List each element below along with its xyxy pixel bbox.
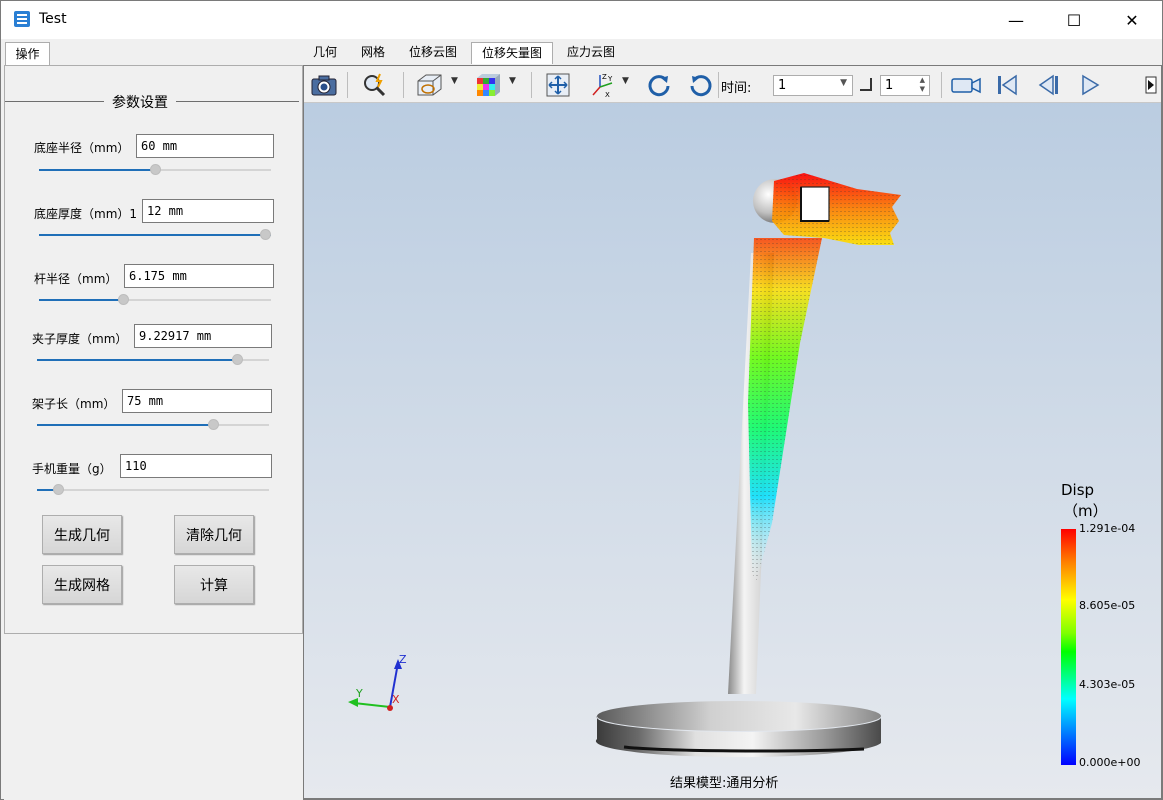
minimize-button[interactable]: — xyxy=(987,1,1045,39)
base-radius-input[interactable]: 60 mm xyxy=(136,134,274,158)
svg-text:Z: Z xyxy=(602,73,607,81)
rod-radius-label: 杆半径（mm） xyxy=(34,272,118,286)
empty-area xyxy=(4,634,303,800)
base-thickness-label: 底座厚度（mm）1 xyxy=(34,207,138,221)
rotate-cw-icon[interactable] xyxy=(644,71,674,99)
toolbar-separator xyxy=(531,72,532,98)
clip-thickness-slider[interactable] xyxy=(37,354,269,365)
app-icon xyxy=(13,10,31,28)
tab-geometry[interactable]: 几何 xyxy=(303,42,347,64)
axis-x-label: X xyxy=(392,693,400,706)
close-button[interactable]: ✕ xyxy=(1103,1,1161,39)
tab-mesh[interactable]: 网格 xyxy=(351,42,395,64)
slider-fill xyxy=(39,234,271,236)
legend-max-value: 1.291e-04 xyxy=(1079,522,1136,535)
viewport-toolbar: ▼ ▼ ZYX ▼ 时间: 1 ▼ 1 ▲ ▼ xyxy=(304,66,1161,103)
camera-icon[interactable] xyxy=(309,71,339,99)
legend-min-value: 0.000e+00 xyxy=(1079,756,1141,769)
axis-z-label: Z xyxy=(399,653,407,666)
phone-weight-input[interactable]: 110 xyxy=(120,454,272,478)
record-icon[interactable] xyxy=(949,71,983,99)
view-tab-bar: 几何 网格 位移云图 位移矢量图 应力云图 xyxy=(303,42,1163,64)
step-spinbox-value: 1 xyxy=(885,78,894,93)
base-top xyxy=(597,701,881,731)
shelf-length-slider[interactable] xyxy=(37,419,269,430)
params-group-title: 参数设置 xyxy=(104,92,176,112)
axes-icon[interactable]: ZYX xyxy=(587,71,617,99)
step-spinbox[interactable]: 1 ▲ ▼ xyxy=(880,75,930,96)
shelf-length-label: 架子长（mm） xyxy=(32,397,116,411)
previous-frame-icon[interactable] xyxy=(1034,71,1064,99)
toolbar-separator xyxy=(718,72,719,98)
slider-fill xyxy=(37,359,237,361)
chevron-down-icon[interactable]: ▼ xyxy=(622,76,629,86)
tab-operation[interactable]: 操作 xyxy=(5,42,50,66)
zoom-icon[interactable] xyxy=(360,71,390,99)
tab-displacement-vector[interactable]: 位移矢量图 xyxy=(471,42,553,64)
rod-radius-slider[interactable] xyxy=(39,294,271,305)
view-box-icon[interactable] xyxy=(414,71,444,99)
clip-thickness-input[interactable]: 9.22917 mm xyxy=(134,324,272,348)
toolbar-separator xyxy=(403,72,404,98)
model-scene: Z Y X xyxy=(348,173,901,758)
clip-block xyxy=(800,186,830,222)
slider-handle[interactable] xyxy=(117,294,129,305)
app-window: Test — ☐ ✕ 操作 参数设置 底座半径（mm） 60 mm 底座厚度（m… xyxy=(0,0,1163,800)
tab-displacement-contour[interactable]: 位移云图 xyxy=(399,42,467,64)
legend-value-1: 4.303e-05 xyxy=(1079,678,1136,691)
svg-text:Y: Y xyxy=(607,75,613,83)
slider-handle[interactable] xyxy=(231,354,243,365)
phone-weight-slider[interactable] xyxy=(37,484,269,495)
more-icon[interactable] xyxy=(1143,71,1159,99)
shelf-length-input[interactable]: 75 mm xyxy=(122,389,272,413)
step-icon xyxy=(860,78,872,91)
slider-handle[interactable] xyxy=(260,229,271,240)
render-viewport[interactable]: ▼ ▼ ZYX ▼ 时间: 1 ▼ 1 ▲ ▼ Z Y X Disp （m） 1… xyxy=(303,65,1162,799)
clear-geometry-button[interactable]: 清除几何 xyxy=(174,515,254,554)
play-icon[interactable] xyxy=(1075,71,1105,99)
title-bar: Test — ☐ ✕ xyxy=(1,1,1162,39)
slider-fill xyxy=(39,299,123,301)
spin-arrows-icon[interactable]: ▲ ▼ xyxy=(920,76,925,94)
maximize-button[interactable]: ☐ xyxy=(1045,1,1103,39)
first-frame-icon[interactable] xyxy=(992,71,1022,99)
rotate-ccw-icon[interactable] xyxy=(686,71,716,99)
base-radius-slider[interactable] xyxy=(39,164,271,175)
tab-stress-contour[interactable]: 应力云图 xyxy=(557,42,625,64)
color-scale-bar xyxy=(1061,529,1076,765)
svg-text:X: X xyxy=(605,91,610,99)
slider-fill xyxy=(39,169,155,171)
chevron-down-icon: ▼ xyxy=(840,78,847,88)
phone-weight-label: 手机重量（g） xyxy=(32,462,112,476)
time-label: 时间: xyxy=(721,81,752,96)
legend-unit: （m） xyxy=(1063,502,1108,520)
compute-button[interactable]: 计算 xyxy=(174,565,254,604)
chevron-down-icon[interactable]: ▼ xyxy=(451,76,458,86)
generate-mesh-button[interactable]: 生成网格 xyxy=(42,565,122,604)
clip-thickness-label: 夹子厚度（mm） xyxy=(32,332,128,346)
chevron-down-icon[interactable]: ▼ xyxy=(509,76,516,86)
time-select[interactable]: 1 ▼ xyxy=(773,75,853,96)
base-thickness-input[interactable]: 12 mm xyxy=(142,199,274,223)
axes-triad: Z Y X xyxy=(348,653,407,711)
generate-geometry-button[interactable]: 生成几何 xyxy=(42,515,122,554)
rod-radius-input[interactable]: 6.175 mm xyxy=(124,264,274,288)
slider-handle[interactable] xyxy=(150,164,161,175)
toolbar-separator xyxy=(347,72,348,98)
window-title: Test xyxy=(39,11,67,27)
toolbar-separator xyxy=(941,72,942,98)
base-radius-label: 底座半径（mm） xyxy=(34,141,130,155)
base-thickness-slider[interactable] xyxy=(39,229,271,240)
model-label: 结果模型:通用分析 xyxy=(670,776,779,791)
time-select-value: 1 xyxy=(778,78,787,93)
slider-handle[interactable] xyxy=(52,484,64,495)
fit-view-icon[interactable] xyxy=(543,71,573,99)
legend-title: Disp xyxy=(1061,481,1095,499)
color-cube-icon[interactable] xyxy=(472,71,502,99)
axis-y-label: Y xyxy=(355,687,363,700)
legend-value-2: 8.605e-05 xyxy=(1079,599,1136,612)
slider-fill xyxy=(37,424,214,426)
